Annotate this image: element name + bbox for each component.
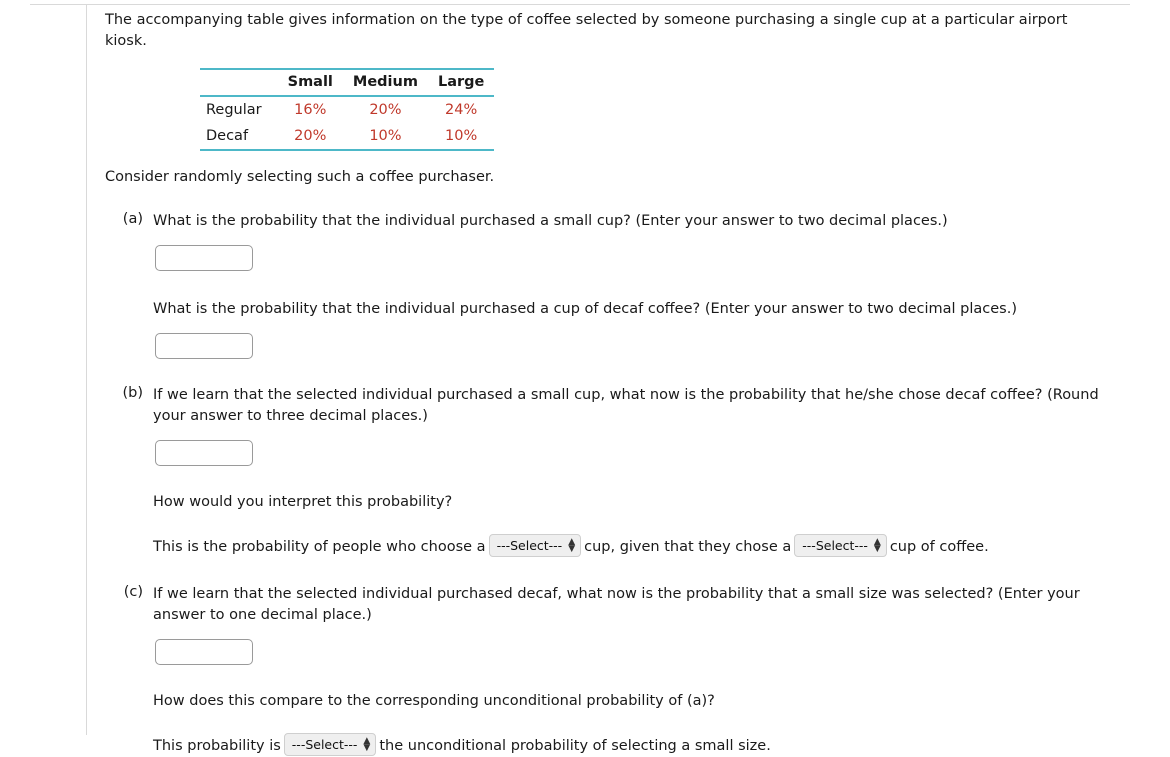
cell-decaf-large: 10% bbox=[427, 123, 495, 152]
part-a-question-2: What is the probability that the individ… bbox=[153, 301, 1017, 318]
part-b-answer-input[interactable] bbox=[155, 440, 253, 467]
consider-text: Consider randomly selecting such a coffe… bbox=[105, 169, 495, 186]
cell-regular-medium: 20% bbox=[369, 102, 402, 119]
part-b-question: If we learn that the selected individual… bbox=[153, 387, 1099, 425]
chevron-updown-icon: ▲ ▼ bbox=[873, 536, 881, 554]
part-b-label: (b) bbox=[122, 385, 143, 402]
part-a-question-1: What is the probability that the individ… bbox=[153, 213, 948, 230]
table-corner-cell bbox=[200, 68, 278, 98]
part-b-select-2-value: ---Select--- bbox=[802, 538, 868, 554]
coffee-table-wrapper: Small Medium Large Regular 16% 20% 24% D… bbox=[200, 68, 1125, 152]
part-b-select-2[interactable]: ---Select--- ▲ ▼ bbox=[794, 534, 887, 558]
chevron-updown-icon: ▲ ▼ bbox=[363, 735, 371, 753]
part-a-answer-2-input[interactable] bbox=[155, 333, 253, 360]
part-b-select-1-value: ---Select--- bbox=[496, 538, 563, 554]
part-c-compare-text-2: the unconditional probability of selecti… bbox=[379, 737, 771, 754]
table-header-row: Small Medium Large bbox=[200, 68, 495, 98]
part-c-compare-prompt: How does this compare to the correspondi… bbox=[153, 693, 715, 710]
row-label-regular: Regular bbox=[206, 102, 262, 119]
table-head: Small Medium Large bbox=[200, 68, 495, 98]
column-header-small: Small bbox=[277, 68, 343, 98]
cell-decaf-medium: 10% bbox=[342, 123, 428, 152]
table-row: Decaf 20% 10% 10% bbox=[200, 123, 495, 152]
part-b-interpret-text-2: cup, given that they chose a bbox=[584, 538, 792, 555]
part-c-label: (c) bbox=[123, 584, 143, 601]
part-a-label: (a) bbox=[122, 211, 143, 228]
part-a: (a) What is the probability that the ind… bbox=[105, 211, 1125, 360]
cell-decaf-small: 20% bbox=[277, 123, 343, 152]
question-content: The accompanying table gives information… bbox=[105, 10, 1125, 757]
row-label-decaf: Decaf bbox=[200, 123, 278, 152]
part-c-compare-text-1: This probability is bbox=[153, 737, 281, 754]
part-c-question: If we learn that the selected individual… bbox=[153, 586, 1080, 624]
intro-text: The accompanying table gives information… bbox=[105, 12, 1068, 50]
column-header-large: Large bbox=[427, 68, 495, 98]
top-divider bbox=[30, 4, 1130, 5]
part-c-select-value: ---Select--- bbox=[291, 737, 358, 753]
cell-regular-small: 16% bbox=[294, 102, 327, 119]
coffee-table: Small Medium Large Regular 16% 20% 24% D… bbox=[200, 68, 495, 152]
part-b-interpret-line: This is the probability of people who ch… bbox=[153, 534, 1125, 558]
part-b: (b) If we learn that the selected indivi… bbox=[105, 385, 1125, 558]
chevron-updown-icon: ▲ ▼ bbox=[568, 536, 576, 554]
part-c: (c) If we learn that the selected indivi… bbox=[105, 584, 1125, 757]
column-header-medium: Medium bbox=[342, 68, 428, 98]
part-a-answer-1-input[interactable] bbox=[155, 245, 253, 272]
part-c-compare-line: This probability is ---Select--- ▲ ▼ the … bbox=[153, 733, 1125, 757]
left-divider bbox=[86, 4, 87, 735]
page: The accompanying table gives information… bbox=[0, 0, 1170, 757]
part-b-interpret-prompt: How would you interpret this probability… bbox=[153, 494, 453, 511]
part-b-select-1[interactable]: ---Select--- ▲ ▼ bbox=[488, 534, 582, 558]
table-body: Regular 16% 20% 24% Decaf 20% 10% 10% bbox=[200, 96, 495, 152]
part-b-interpret-text-3: cup of coffee. bbox=[889, 538, 989, 555]
table-row: Regular 16% 20% 24% bbox=[200, 96, 494, 123]
part-b-interpret-text-1: This is the probability of people who ch… bbox=[153, 538, 486, 555]
part-c-select[interactable]: ---Select--- ▲ ▼ bbox=[283, 733, 377, 757]
part-c-answer-input[interactable] bbox=[155, 639, 253, 666]
cell-regular-large: 24% bbox=[445, 102, 478, 119]
